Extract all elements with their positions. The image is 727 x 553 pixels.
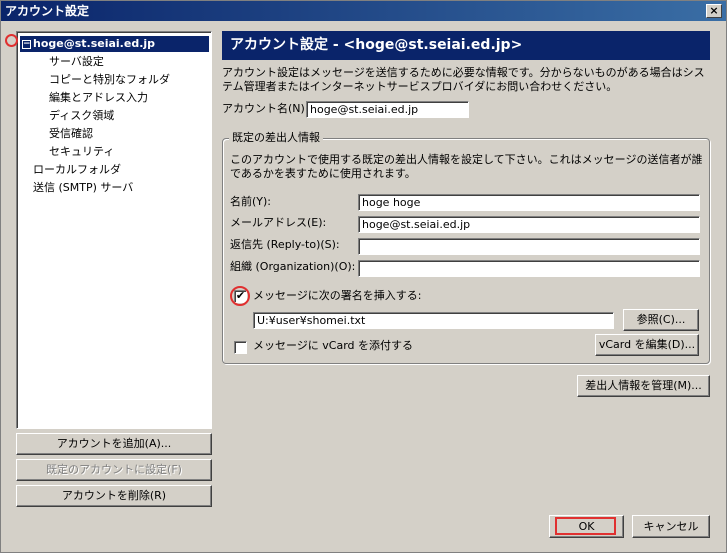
tree-item-local-folders[interactable]: ローカルフォルダ bbox=[33, 162, 121, 178]
collapse-toggle-icon[interactable]: − bbox=[22, 40, 31, 49]
vcard-checkbox-label: メッセージに vCard を添付する bbox=[253, 339, 414, 352]
tree-item-copies-folders[interactable]: コピーと特別なフォルダ bbox=[49, 72, 170, 88]
remove-account-button[interactable]: アカウントを削除(R) bbox=[16, 485, 212, 507]
account-settings-dialog: アカウント設定 × − hoge@st.seiai.ed.jp サーバ設定 コピー… bbox=[0, 0, 727, 553]
vcard-checkbox[interactable] bbox=[234, 341, 247, 354]
reply-to-label: 返信先 (Reply-to)(S): bbox=[230, 238, 340, 251]
reply-to-input[interactable] bbox=[358, 238, 700, 255]
account-name-label: アカウント名(N): bbox=[222, 102, 309, 115]
account-settings-description: アカウント設定はメッセージを送信するために必要な情報です。分からないものがある場… bbox=[222, 66, 705, 93]
add-account-button[interactable]: アカウントを追加(A)... bbox=[16, 433, 212, 455]
tree-item-return-receipts[interactable]: 受信確認 bbox=[49, 126, 93, 142]
default-identity-title: 既定の差出人情報 bbox=[229, 130, 323, 146]
account-tree[interactable]: − hoge@st.seiai.ed.jp サーバ設定 コピーと特別なフォルダ 編… bbox=[16, 31, 212, 429]
title-bar: アカウント設定 × bbox=[1, 1, 726, 21]
tree-item-composition[interactable]: 編集とアドレス入力 bbox=[49, 90, 148, 106]
set-default-account-button[interactable]: 既定のアカウントに設定(F) bbox=[16, 459, 212, 481]
tree-item-account-root[interactable]: − hoge@st.seiai.ed.jp bbox=[20, 36, 209, 52]
tree-item-disk-space[interactable]: ディスク領域 bbox=[49, 108, 114, 124]
email-input[interactable]: hoge@st.seiai.ed.jp bbox=[358, 216, 700, 233]
name-input[interactable]: hoge hoge bbox=[358, 194, 700, 211]
edit-vcard-button[interactable]: vCard を編集(D)... bbox=[595, 334, 699, 356]
close-button[interactable]: × bbox=[706, 4, 722, 18]
name-label: 名前(Y): bbox=[230, 195, 272, 208]
tree-item-label: hoge@st.seiai.ed.jp bbox=[33, 37, 156, 50]
ok-highlight-box bbox=[555, 517, 616, 535]
tree-item-security[interactable]: セキュリティ bbox=[49, 144, 114, 160]
cancel-button[interactable]: キャンセル bbox=[632, 515, 710, 538]
signature-path-input[interactable]: U:¥user¥shomei.txt bbox=[253, 312, 614, 329]
tree-item-smtp-server[interactable]: 送信 (SMTP) サーバ bbox=[33, 180, 133, 196]
tree-item-server-settings[interactable]: サーバ設定 bbox=[49, 54, 104, 70]
account-name-input[interactable]: hoge@st.seiai.ed.jp bbox=[306, 101, 469, 118]
page-title: アカウント設定 - <hoge@st.seiai.ed.jp> bbox=[222, 31, 710, 60]
manage-identities-button[interactable]: 差出人情報を管理(M)... bbox=[577, 375, 710, 397]
signature-checkbox-label: メッセージに次の署名を挿入する: bbox=[253, 289, 422, 302]
highlight-circle-icon bbox=[230, 286, 250, 306]
organization-label: 組織 (Organization)(O): bbox=[230, 260, 356, 273]
organization-input[interactable] bbox=[358, 260, 700, 277]
window-title: アカウント設定 bbox=[5, 4, 90, 18]
identity-description: このアカウントで使用する既定の差出人情報を設定して下さい。これはメッセージの送信… bbox=[230, 153, 703, 180]
browse-button[interactable]: 参照(C)... bbox=[623, 309, 699, 331]
highlight-circle-icon bbox=[5, 34, 18, 47]
email-label: メールアドレス(E): bbox=[230, 216, 327, 229]
